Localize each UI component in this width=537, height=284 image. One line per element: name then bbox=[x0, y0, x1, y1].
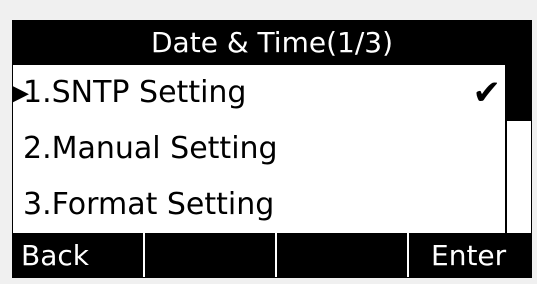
menu-item-label: 3.Format Setting bbox=[23, 187, 275, 222]
softkey-2[interactable] bbox=[145, 233, 275, 277]
scrollbar-thumb[interactable] bbox=[507, 65, 531, 121]
scrollbar[interactable] bbox=[505, 65, 531, 233]
softkey-3[interactable] bbox=[277, 233, 407, 277]
menu-item-manual-setting[interactable]: 2.Manual Setting bbox=[13, 121, 505, 177]
menu-list: ▶ 1.SNTP Setting ✔ 2.Manual Setting 3.Fo… bbox=[13, 65, 531, 233]
menu-item-label: 2.Manual Setting bbox=[23, 131, 278, 166]
back-softkey[interactable]: Back bbox=[21, 233, 89, 277]
checkmark-icon: ✔ bbox=[472, 73, 502, 113]
enter-softkey[interactable]: Enter bbox=[431, 233, 506, 277]
softkey-bar: Back Enter bbox=[13, 233, 531, 277]
menu-item-sntp-setting[interactable]: ▶ 1.SNTP Setting ✔ bbox=[13, 65, 505, 121]
menu-item-label: 1.SNTP Setting bbox=[23, 75, 247, 110]
screen-title: Date & Time(1/3) bbox=[13, 21, 531, 65]
menu-item-format-setting[interactable]: 3.Format Setting bbox=[13, 177, 505, 233]
phone-lcd-screen: Date & Time(1/3) ▶ 1.SNTP Setting ✔ 2.Ma… bbox=[12, 20, 532, 278]
softkey-divider bbox=[407, 233, 409, 277]
